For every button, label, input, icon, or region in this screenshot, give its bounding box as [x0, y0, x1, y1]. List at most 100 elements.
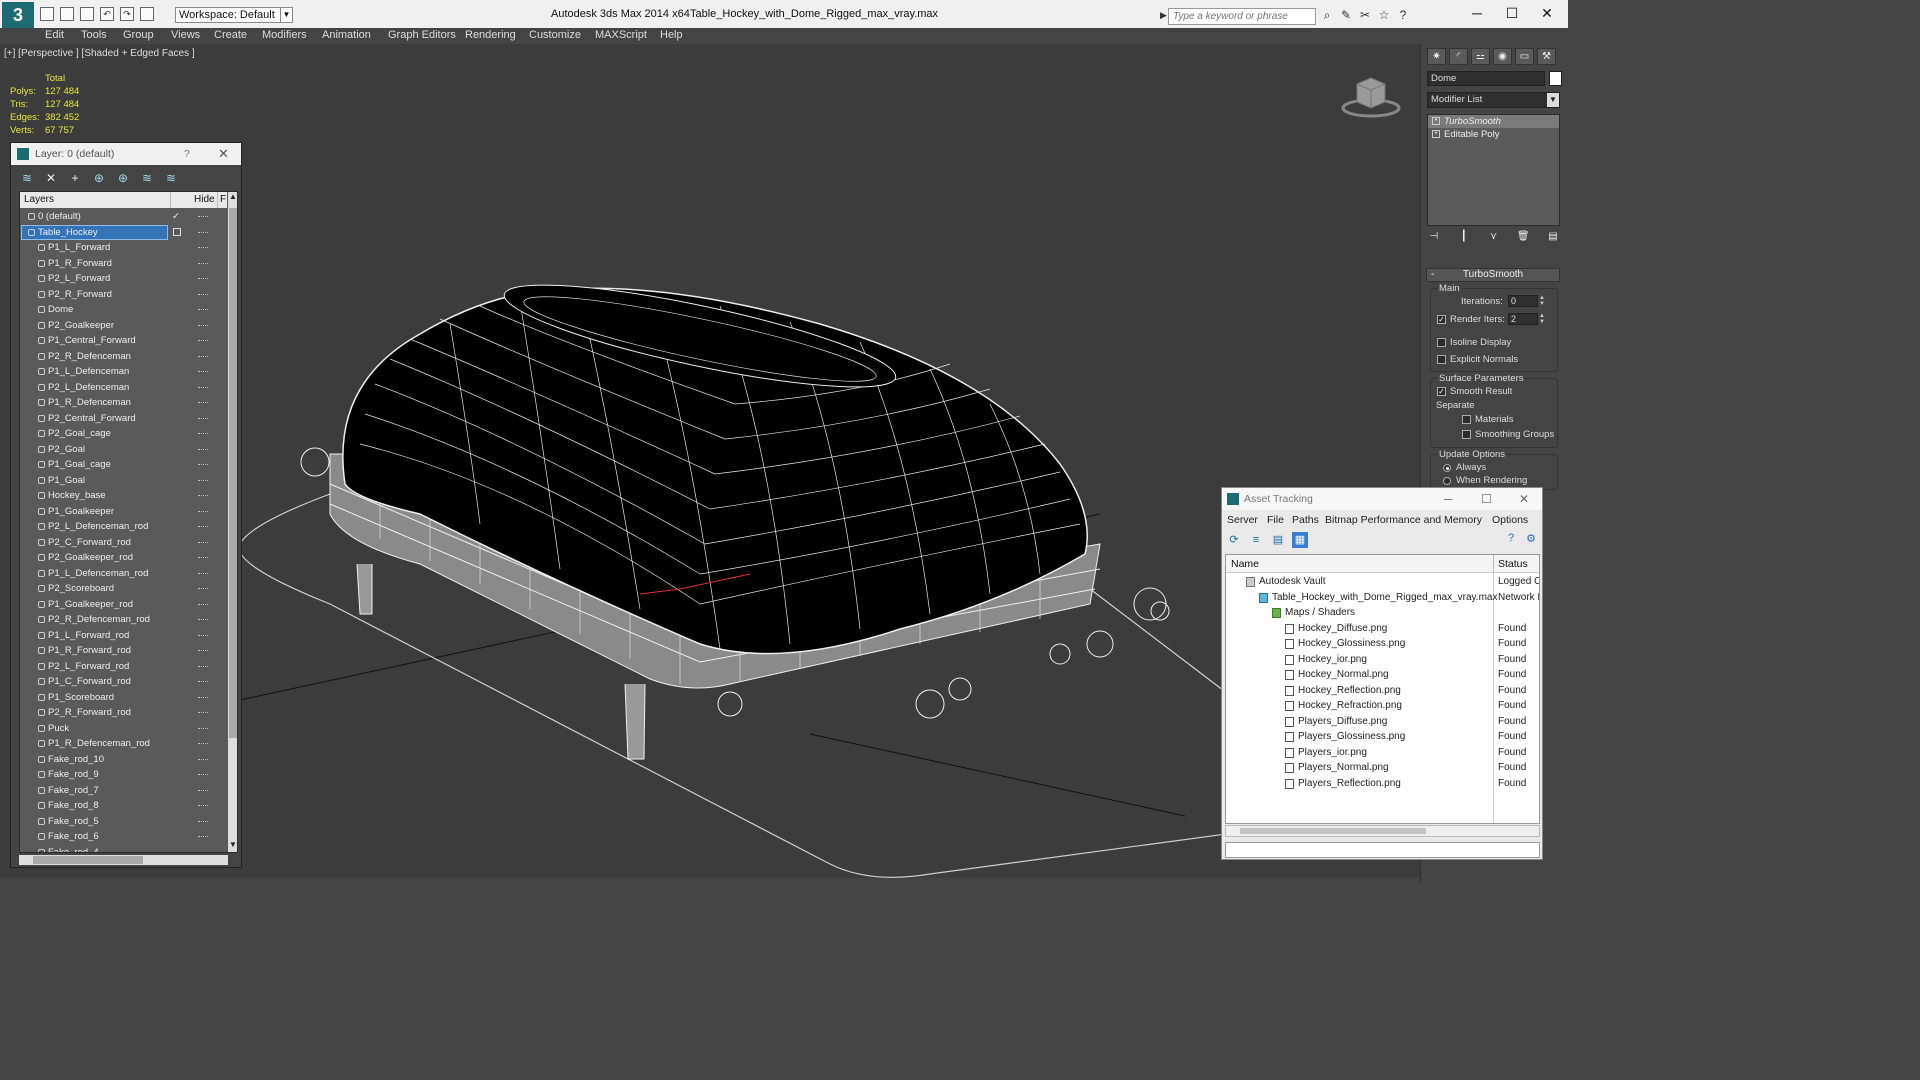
- layer-row[interactable]: P2_Goal_cage: [20, 426, 227, 442]
- hide-toggle-icon[interactable]: [198, 278, 208, 280]
- asset-row[interactable]: Hockey_Refraction.png Found: [1226, 698, 1539, 714]
- list-view-icon[interactable]: ≡: [1248, 532, 1264, 548]
- hide-toggle-icon[interactable]: [198, 603, 208, 606]
- asset-row[interactable]: Hockey_Reflection.png Found: [1226, 683, 1539, 699]
- collapse-icon[interactable]: -: [1431, 269, 1434, 281]
- asset-row[interactable]: Players_Reflection.png Found: [1226, 776, 1539, 792]
- remove-modifier-icon[interactable]: 🗑: [1516, 230, 1530, 244]
- spinner-arrows-icon[interactable]: ▲ ▼: [1539, 313, 1547, 325]
- hide-toggle-icon[interactable]: [198, 619, 208, 621]
- hide-layers-icon[interactable]: ≋: [139, 170, 155, 186]
- asset-row[interactable]: Autodesk Vault Logged O: [1226, 574, 1539, 590]
- layer-row[interactable]: Puck: [20, 721, 227, 737]
- undo-icon[interactable]: ↶: [100, 7, 114, 21]
- expand-plus-icon[interactable]: +: [1432, 130, 1440, 138]
- layer-window-titlebar[interactable]: Layer: 0 (default) ? ✕: [11, 143, 241, 165]
- explicit-normals-checkbox[interactable]: [1437, 355, 1446, 364]
- help-icon[interactable]: ?: [1396, 8, 1410, 22]
- object-color-swatch[interactable]: [1549, 71, 1562, 86]
- layer-row[interactable]: Fake_rod_6: [20, 829, 227, 845]
- layer-row[interactable]: P1_Goalkeeper_rod: [20, 597, 227, 613]
- layer-row[interactable]: Fake_rod_8: [20, 798, 227, 814]
- layer-row[interactable]: Dome: [20, 302, 227, 318]
- save-icon[interactable]: [80, 7, 94, 21]
- layer-row[interactable]: P1_Central_Forward: [20, 333, 227, 349]
- layer-row[interactable]: P2_Goal: [20, 442, 227, 458]
- hide-toggle-icon[interactable]: [198, 743, 208, 745]
- always-radio[interactable]: [1443, 464, 1451, 472]
- hide-toggle-icon[interactable]: [198, 805, 208, 807]
- asset-row[interactable]: Players_Diffuse.png Found: [1226, 714, 1539, 730]
- layer-horizontal-scrollbar[interactable]: [19, 855, 228, 865]
- make-unique-icon[interactable]: ⋎: [1487, 230, 1501, 244]
- new-file-icon[interactable]: [40, 7, 54, 21]
- hide-toggle-icon[interactable]: [198, 820, 208, 823]
- modify-tab-icon[interactable]: ◜: [1449, 48, 1468, 65]
- hide-toggle-icon[interactable]: [198, 324, 208, 327]
- layer-row[interactable]: P2_L_Forward_rod: [20, 659, 227, 675]
- asset-row[interactable]: Table_Hockey_with_Dome_Rigged_max_vray.m…: [1226, 590, 1539, 606]
- materials-checkbox[interactable]: [1462, 415, 1471, 424]
- favorites-star-icon[interactable]: ☆: [1377, 8, 1391, 22]
- hide-toggle-icon[interactable]: [198, 402, 208, 404]
- motion-tab-icon[interactable]: ◉: [1493, 48, 1512, 65]
- select-layer-icon[interactable]: ⊕: [115, 170, 131, 186]
- hide-toggle-icon[interactable]: [198, 464, 208, 466]
- select-objects-icon[interactable]: ⊕: [91, 170, 107, 186]
- search-input[interactable]: [1168, 8, 1316, 25]
- layer-row[interactable]: P1_R_Forward: [20, 256, 227, 272]
- menu-paths[interactable]: Paths: [1292, 514, 1319, 526]
- asset-row[interactable]: Players_Glossiness.png Found: [1226, 729, 1539, 745]
- layer-stack-icon[interactable]: ≋: [19, 170, 35, 186]
- hide-toggle-icon[interactable]: [198, 293, 208, 296]
- object-name-field[interactable]: Dome: [1427, 71, 1545, 86]
- hide-toggle-icon[interactable]: [198, 727, 208, 730]
- project-folder-icon[interactable]: [140, 7, 154, 21]
- when-rendering-radio[interactable]: [1443, 477, 1451, 485]
- layer-row[interactable]: P2_L_Forward: [20, 271, 227, 287]
- layer-row[interactable]: P2_Goalkeeper: [20, 318, 227, 334]
- hide-toggle-icon[interactable]: [198, 681, 208, 683]
- hide-toggle-icon[interactable]: [198, 216, 208, 218]
- asset-horizontal-scrollbar[interactable]: [1225, 825, 1540, 837]
- layer-row[interactable]: P2_R_Forward: [20, 287, 227, 303]
- minimize-button[interactable]: ─: [1462, 4, 1492, 22]
- asset-row[interactable]: Players_ior.png Found: [1226, 745, 1539, 761]
- scroll-up-icon[interactable]: ▲: [228, 192, 237, 201]
- maximize-button[interactable]: ☐: [1481, 488, 1492, 510]
- delete-layer-icon[interactable]: ✕: [43, 170, 59, 186]
- hide-toggle-icon[interactable]: [198, 557, 208, 559]
- menu-server[interactable]: Server: [1227, 514, 1258, 526]
- layer-row[interactable]: P2_L_Defenceman_rod: [20, 519, 227, 535]
- isoline-display-checkbox[interactable]: [1437, 338, 1446, 347]
- maximize-button[interactable]: ☐: [1497, 4, 1527, 22]
- scroll-thumb[interactable]: [1240, 828, 1426, 834]
- configure-sets-icon[interactable]: ▤: [1546, 230, 1560, 244]
- stack-item-editable-poly[interactable]: + Editable Poly: [1428, 128, 1559, 141]
- scroll-down-icon[interactable]: ▼: [228, 840, 237, 849]
- create-tab-icon[interactable]: ✷: [1427, 48, 1446, 65]
- menu-bitmap-performance[interactable]: Bitmap Performance and Memory: [1325, 514, 1482, 526]
- hide-toggle-icon[interactable]: [198, 836, 208, 838]
- menu-graph-editors[interactable]: Graph Editors: [388, 29, 456, 41]
- spinner-arrows-icon[interactable]: ▲ ▼: [1539, 295, 1547, 307]
- hide-toggle-icon[interactable]: [198, 309, 208, 311]
- column-status[interactable]: Status: [1498, 558, 1528, 570]
- minimize-button[interactable]: ─: [1444, 488, 1453, 510]
- viewcube-icon[interactable]: [1340, 72, 1402, 118]
- freeze-layers-icon[interactable]: ≋: [163, 170, 179, 186]
- hide-toggle-icon[interactable]: [198, 448, 208, 451]
- asset-row[interactable]: Hockey_ior.png Found: [1226, 652, 1539, 668]
- layer-row[interactable]: P2_R_Defenceman_rod: [20, 612, 227, 628]
- help-button[interactable]: ?: [184, 143, 190, 165]
- smooth-result-checkbox[interactable]: ✓: [1437, 387, 1446, 396]
- binoculars-icon[interactable]: ⌕: [1320, 8, 1334, 22]
- search-expand-icon[interactable]: ▶: [1160, 10, 1167, 21]
- layer-row[interactable]: Fake_rod_9: [20, 767, 227, 783]
- menu-views[interactable]: Views: [171, 29, 200, 41]
- hide-toggle-icon[interactable]: [198, 247, 208, 249]
- menu-edit[interactable]: Edit: [45, 29, 64, 41]
- set-active-layer-icon[interactable]: [173, 227, 181, 236]
- hide-toggle-icon[interactable]: [198, 789, 208, 792]
- open-file-icon[interactable]: [60, 7, 74, 21]
